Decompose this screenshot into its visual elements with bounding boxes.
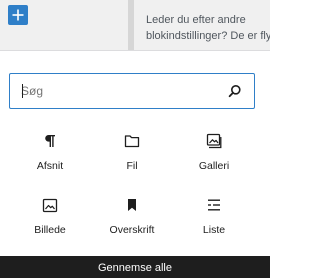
browse-all-button[interactable]: Gennemse alle	[0, 256, 270, 278]
block-settings-notice: Leder du efter andre blokindstillinger? …	[146, 12, 270, 44]
gallery-icon	[206, 133, 222, 149]
block-item-label: Fil	[126, 160, 138, 172]
sidebar-divider	[128, 0, 134, 50]
text-caret	[22, 84, 23, 98]
search-icon[interactable]	[228, 84, 242, 98]
editor-toolbar: Leder du efter andre blokindstillinger? …	[0, 0, 270, 50]
notice-line-2: blokindstillinger? De er flytte	[146, 30, 270, 42]
block-item-gallery[interactable]: Galleri	[173, 129, 255, 189]
block-item-list[interactable]: Liste	[173, 193, 255, 253]
plus-icon	[12, 9, 24, 21]
list-icon	[208, 199, 220, 211]
search-box	[9, 73, 255, 109]
block-item-paragraph[interactable]: Afsnit	[9, 129, 91, 189]
block-item-heading[interactable]: Overskrift	[91, 193, 173, 253]
browse-all-bar: Gennemse alle	[0, 256, 270, 278]
bookmark-icon	[128, 199, 136, 211]
block-inserter-popover: Afsnit Fil Galleri	[0, 50, 270, 278]
image-icon	[42, 198, 58, 212]
add-block-button[interactable]	[8, 5, 28, 25]
paragraph-icon	[45, 135, 55, 147]
block-item-label: Afsnit	[36, 160, 64, 172]
notice-line-1: Leder du efter andre	[146, 14, 246, 26]
block-item-label: Galleri	[198, 160, 230, 172]
search-input[interactable]	[10, 74, 220, 107]
block-item-label: Billede	[34, 224, 66, 236]
block-item-label: Overskrift	[109, 224, 155, 236]
folder-icon	[124, 135, 140, 148]
block-item-label: Liste	[202, 224, 226, 236]
block-item-file[interactable]: Fil	[91, 129, 173, 189]
block-item-image[interactable]: Billede	[9, 193, 91, 253]
